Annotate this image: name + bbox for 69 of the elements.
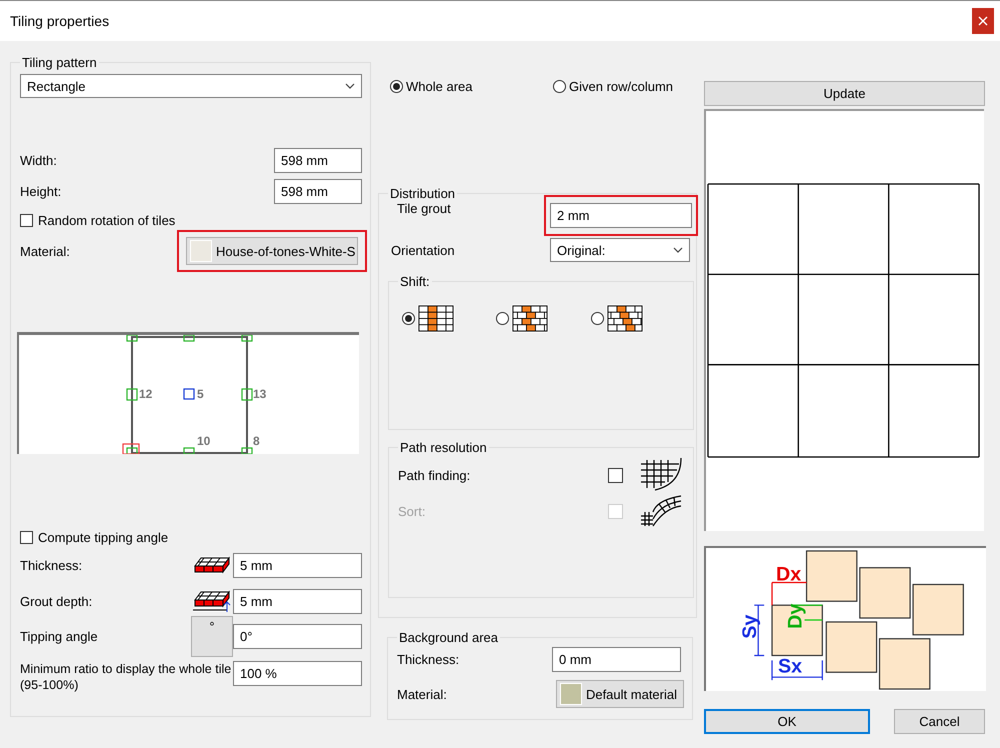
grout-depth-field[interactable]: 5 mm [233,589,362,614]
checkbox[interactable] [20,531,33,544]
field-label: Width: [20,153,58,168]
chevron-icon [673,247,683,253]
field-label: Tipping angle [20,629,99,644]
field-label: Grout depth: [20,594,94,609]
thickness-field[interactable]: 0 mm [552,647,681,672]
field-label: Tile grout [396,201,452,216]
field-label: Material: [20,244,71,258]
point-label: 12 [139,387,152,401]
cancel-button[interactable]: Cancel [894,709,985,734]
update-button[interactable]: Update [704,81,985,106]
thickness-field[interactable]: 5 mm [233,553,362,578]
ratio-field[interactable]: 100 % [233,661,362,686]
radio-button[interactable] [402,312,415,325]
material-button[interactable]: House-of-tones-White-S [186,237,358,265]
grid-curve-icon [639,458,683,492]
chevron-icon [345,83,355,89]
window-title: Tiling properties [9,13,110,29]
group-title: Shift: [399,274,431,289]
close-button[interactable] [972,8,994,34]
checkbox-label: Random rotation of tiles [38,213,176,228]
material-swatch [190,240,212,262]
field-label: Height: [20,184,62,199]
point-label: 13 [253,387,266,401]
field-label: Path finding: [398,468,472,482]
group-title: Path resolution [399,440,488,455]
orientation-dropdown[interactable]: Original: [550,238,690,262]
group-title: Tiling pattern [21,55,98,70]
field-label: Sort: [398,504,426,518]
checkbox-label: Compute tipping angle [38,530,168,545]
curved-tiles-icon [639,494,683,528]
group-title: Distribution [389,186,456,201]
tile-slab-icon [191,556,233,576]
dimension-label: Sy [739,614,762,639]
radio-button[interactable] [590,312,604,325]
group-title: Background area [398,630,500,645]
brick-pattern-icon [606,305,643,332]
radio-button[interactable] [496,312,510,325]
tile-depth-icon [191,590,233,614]
ok-button[interactable]: OK [704,709,870,734]
dimension-field[interactable]: 598 mm [274,179,362,204]
angle-field[interactable]: 0° [233,624,362,649]
dimension-label: Dx [776,564,802,586]
radio-button[interactable] [390,80,403,93]
field-label: Thickness: [20,558,84,573]
tile-grout-field[interactable]: 2 mm [550,203,692,228]
dimension-label: Sx [778,655,802,678]
brick-pattern-icon [418,305,454,332]
point-label: 10 [197,434,210,448]
radio-label: Given row/column [569,79,674,94]
checkbox[interactable] [20,214,33,227]
dimension-field[interactable]: 598 mm [274,148,362,173]
close-icon [978,16,988,26]
point-label: 8 [253,434,260,448]
dimension-label: Dy [784,604,807,629]
field-label: Orientation [390,242,456,258]
field-label: Thickness: [397,652,460,667]
material-swatch [560,683,582,705]
field-label: Material: [397,686,448,702]
radio-label: Whole area [406,79,472,94]
checkbox[interactable] [608,468,623,482]
brick-pattern-icon [512,305,548,332]
point-label: 5 [197,387,204,401]
material-button[interactable]: Default material [556,680,684,708]
pattern-dropdown[interactable]: Rectangle [20,74,362,98]
radio-button[interactable] [553,80,566,93]
angle-button[interactable]: ° [191,616,233,657]
field-label: Minimum ratio to display the whole tile (95-100%) [20,661,232,693]
